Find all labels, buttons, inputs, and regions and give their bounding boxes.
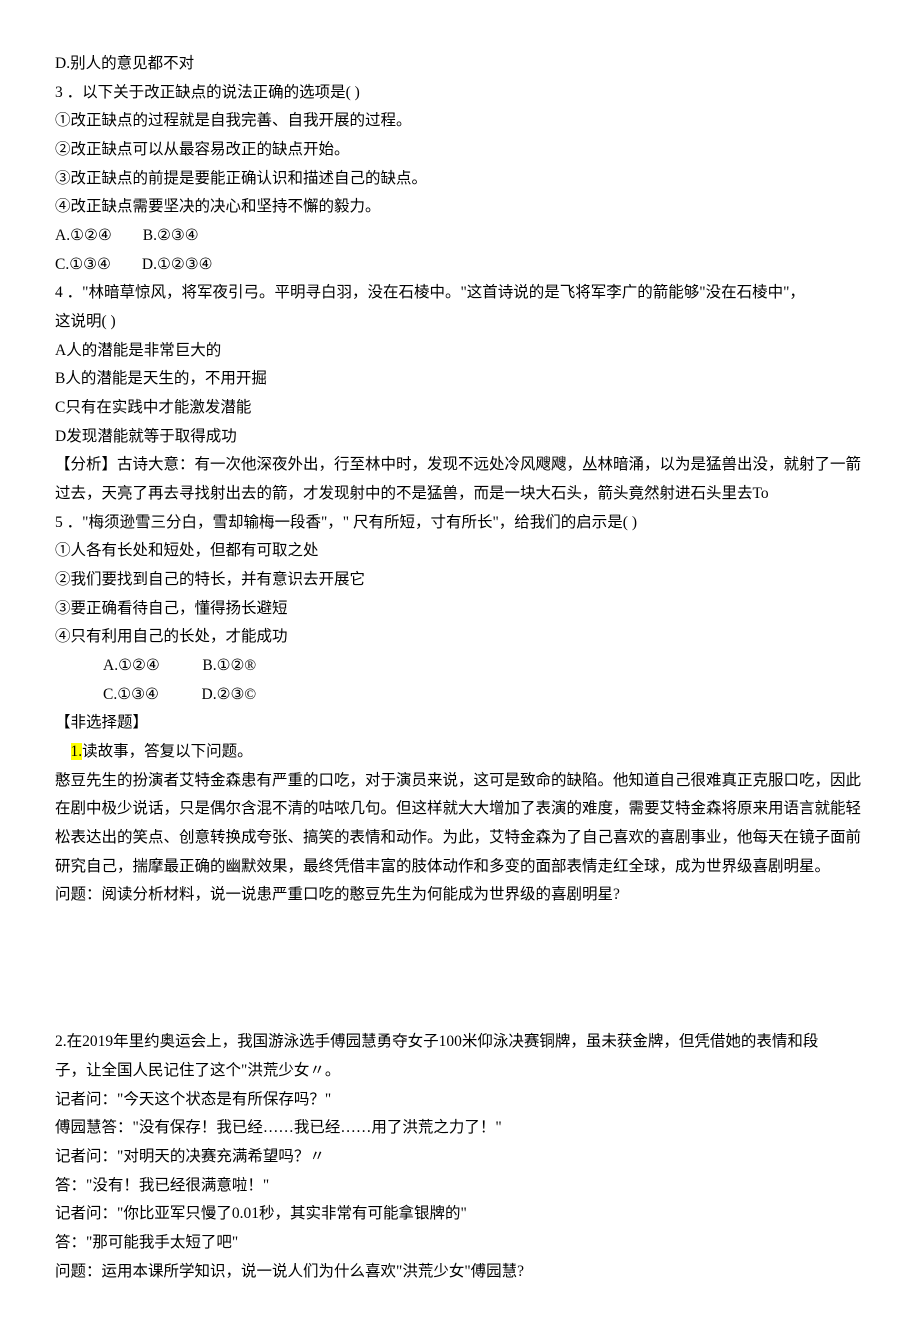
q5-statement-3: ③要正确看待自己，懂得扬长避短 [55,595,865,624]
essay2-line-3: 记者问："今天这个状态是有所保存吗？" [55,1086,865,1115]
non-choice-header: 【非选择题】 [55,709,865,738]
q3-statement-2: ②改正缺点可以从最容易改正的缺点开始。 [55,136,865,165]
essay2-line-4: 傅园慧答："没有保存！我已经……我已经……用了洪荒之力了！" [55,1114,865,1143]
essay2-line-5: 记者问："对明天的决赛充满希望吗？〃 [55,1143,865,1172]
q5-options-row-1: A.①②④ B.①②® [55,652,865,681]
q3-options-row-1: A.①②④ B.②③④ [55,222,865,251]
essay1-question: 问题：阅读分析材料，说一说患严重口吃的憨豆先生为何能成为世界级的喜剧明星? [55,881,865,910]
q3-statement-4: ④改正缺点需要坚决的决心和坚持不懈的毅力。 [55,193,865,222]
q4-analysis: 【分析】古诗大意：有一次他深夜外出，行至林中时，发现不远处冷风飕飕，丛林暗涌，以… [55,451,865,508]
essay2-line-6: 答："没有！我已经很满意啦！" [55,1172,865,1201]
q5-stem: 5 ．"梅须逊雪三分白，雪却输梅一段香"，" 尺有所短，寸有所长"，给我们的启示… [55,509,865,538]
q4-option-c: C只有在实践中才能激发潜能 [55,394,865,423]
essay2-line-8: 答："那可能我手太短了吧" [55,1229,865,1258]
essay1-number-highlight: 1. [71,743,83,760]
q4-option-b: B人的潜能是天生的，不用开掘 [55,365,865,394]
answer-space-1 [55,910,865,1000]
essay2-line-1: 2.在2019年里约奥运会上，我国游泳选手傅园慧勇夺女子100米仰泳决赛铜牌，虽… [55,1028,865,1057]
q4-stem-line-2: 这说明( ) [55,308,865,337]
blank-line [55,1000,865,1028]
essay2-line-7: 记者问："你比亚军只慢了0.01秒，其实非常有可能拿银牌的" [55,1200,865,1229]
q2-option-d: D.别人的意见都不对 [55,50,865,79]
essay2-question: 问题：运用本课所学知识，说一说人们为什么喜欢"洪荒少女"傅园慧? [55,1258,865,1287]
essay2-line-2: 子，让全国人民记住了这个"洪荒少女〃。 [55,1057,865,1086]
q3-options-row-2: C.①③④ D.①②③④ [55,251,865,280]
q4-option-d: D发现潜能就等于取得成功 [55,423,865,452]
q4-option-a: A人的潜能是非常巨大的 [55,337,865,366]
q5-options-row-2: C.①③④ D.②③© [55,681,865,710]
q3-statement-1: ①改正缺点的过程就是自我完善、自我开展的过程。 [55,107,865,136]
essay1-body: 憨豆先生的扮演者艾特金森患有严重的口吃，对于演员来说，这可是致命的缺陷。他知道自… [55,767,865,882]
q5-statement-1: ①人各有长处和短处，但都有可取之处 [55,537,865,566]
q4-stem-line-1: 4 ．"林暗草惊风，将军夜引弓。平明寻白羽，没在石棱中。"这首诗说的是飞将军李广… [55,279,865,308]
q3-statement-3: ③改正缺点的前提是要能正确认识和描述自己的缺点。 [55,165,865,194]
q5-statement-2: ②我们要找到自己的特长，并有意识去开展它 [55,566,865,595]
essay1-prompt-text: 读故事，答复以下问题。 [82,743,253,760]
essay1-prompt-line: 1.读故事，答复以下问题。 [55,738,865,767]
q5-statement-4: ④只有利用自己的长处，才能成功 [55,623,865,652]
q3-stem: 3 ．以下关于改正缺点的说法正确的选项是( ) [55,79,865,108]
